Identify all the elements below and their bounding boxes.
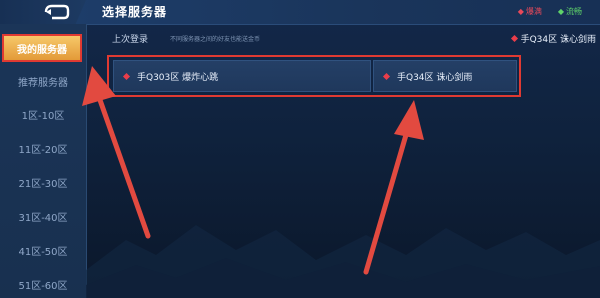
status-smooth-label: 流畅 <box>566 7 582 16</box>
server-name: 手Q34区 诛心剑雨 <box>397 72 473 83</box>
smooth-diamond-icon: ◆ <box>557 6 564 16</box>
server-status-legend: ◆ 爆满 ◆ 流畅 <box>518 6 582 17</box>
status-diamond-icon <box>382 72 391 80</box>
server-card[interactable]: 手Q34区 诛心剑雨 <box>373 60 517 92</box>
status-full: ◆ 爆满 <box>518 6 542 17</box>
my-server-list: 手Q303区 爆炸心跳 手Q34区 诛心剑雨 <box>107 55 521 97</box>
sidebar-item-label: 11区-20区 <box>18 144 68 156</box>
last-server-entry[interactable]: 手Q34区 诛心剑雨 <box>510 32 596 45</box>
status-full-label: 爆满 <box>525 7 542 16</box>
sidebar-item-label: 41区-50区 <box>18 246 68 258</box>
sidebar-item-label: 31区-40区 <box>18 212 68 224</box>
sidebar-item-label: 推荐服务器 <box>18 77 68 89</box>
sidebar-item-1-10[interactable]: 1区-10区 <box>0 100 86 128</box>
sidebar-item-label: 21区-30区 <box>18 178 68 190</box>
sidebar-item-21-30[interactable]: 21区-30区 <box>0 168 86 196</box>
status-diamond-icon <box>510 34 518 43</box>
status-smooth: ◆ 流畅 <box>558 6 582 17</box>
server-name: 手Q303区 爆炸心跳 <box>137 72 219 83</box>
full-diamond-icon: ◆ <box>517 6 524 16</box>
status-diamond-icon <box>122 72 131 80</box>
back-arrow-icon <box>44 4 70 20</box>
last-login-label: 上次登录 <box>112 35 149 45</box>
sidebar-item-51-60[interactable]: 51区-60区 <box>0 270 86 298</box>
sidebar-item-41-50[interactable]: 41区-50区 <box>0 236 86 264</box>
sidebar-item-31-40[interactable]: 31区-40区 <box>0 202 86 230</box>
back-button[interactable] <box>0 0 86 24</box>
sidebar-item-label: 51区-60区 <box>18 280 68 292</box>
sidebar-item-my-servers[interactable]: 我的服务器 <box>2 34 82 62</box>
sidebar-item-label: 我的服务器 <box>17 44 67 56</box>
server-card[interactable]: 手Q303区 爆炸心跳 <box>113 60 371 92</box>
sidebar-item-recommended[interactable]: 推荐服务器 <box>0 67 86 95</box>
sidebar-item-label: 1区-10区 <box>21 110 65 122</box>
gift-hint-text: 不同服务器之间的好友也能送金币 <box>170 36 261 43</box>
header-bar: 选择服务器 ◆ 爆满 ◆ 流畅 <box>0 0 600 25</box>
last-login-row: 上次登录 不同服务器之间的好友也能送金币 手Q34区 诛心剑雨 <box>86 24 600 52</box>
page-title: 选择服务器 <box>102 5 168 19</box>
sidebar-item-11-20[interactable]: 11区-20区 <box>0 134 86 162</box>
last-server-name: 手Q34区 诛心剑雨 <box>520 35 596 45</box>
server-select-screen: 选择服务器 ◆ 爆满 ◆ 流畅 我的服务器 推荐服务器 1区-10区 11区-2… <box>0 0 600 298</box>
server-sidebar: 我的服务器 推荐服务器 1区-10区 11区-20区 21区-30区 31区-4… <box>0 24 87 298</box>
mountain-background <box>86 225 600 298</box>
